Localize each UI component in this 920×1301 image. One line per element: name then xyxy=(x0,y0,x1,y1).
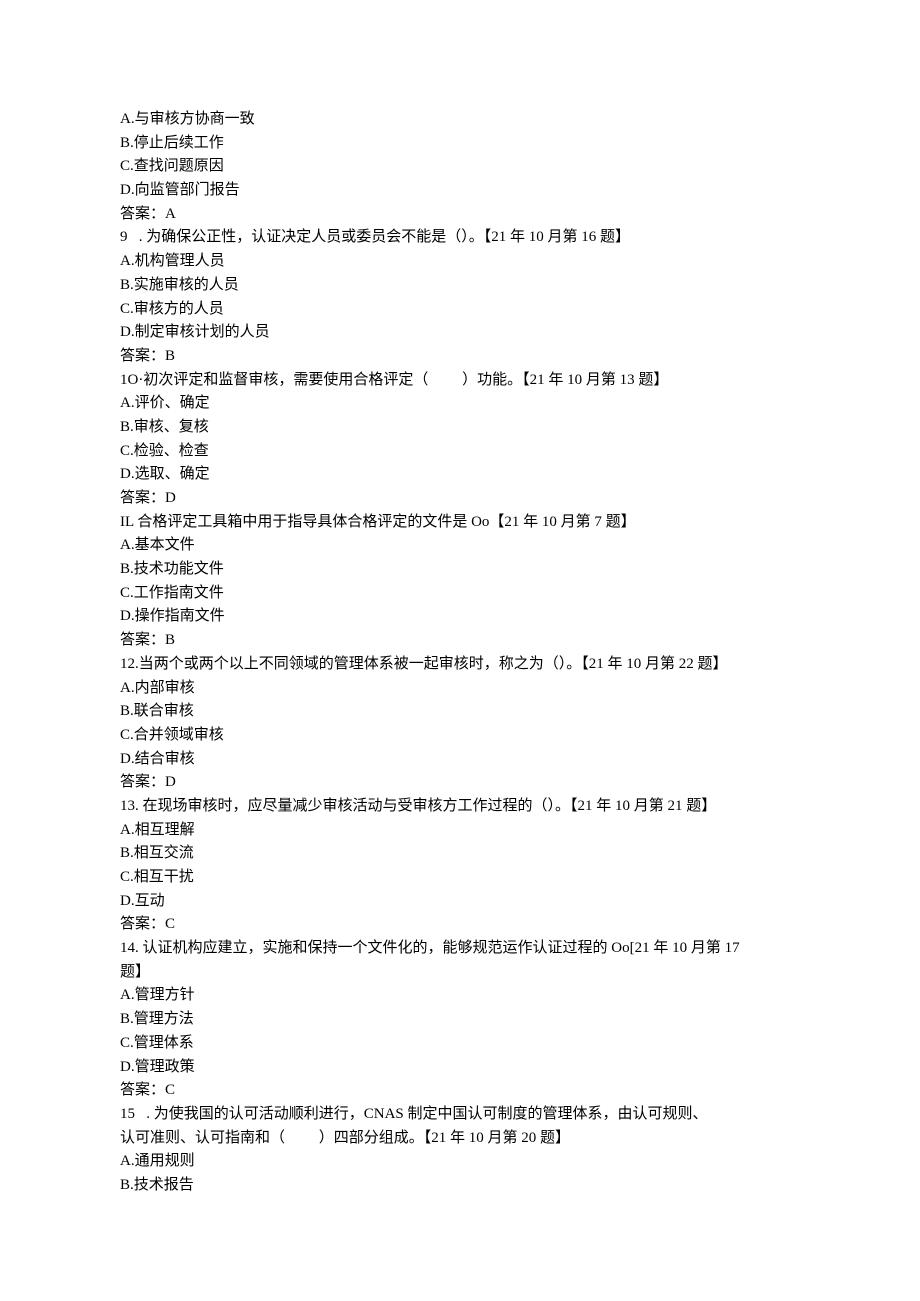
text-line: 题】 xyxy=(120,961,800,985)
text-line: 认可准则、认可指南和（ ）四部分组成。【21 年 10 月第 20 题】 xyxy=(120,1127,800,1151)
text-line: D.选取、确定 xyxy=(120,463,800,487)
text-line: 14. 认证机构应建立，实施和保持一个文件化的，能够规范运作认证过程的 Oo[2… xyxy=(120,937,800,961)
text-line: C.合并领域审核 xyxy=(120,724,800,748)
text-line: 答案：D xyxy=(120,771,800,795)
text-line: C.管理体系 xyxy=(120,1032,800,1056)
text-line: 9 . 为确保公正性，认证决定人员或委员会不能是（）。【21 年 10 月第 1… xyxy=(120,226,800,250)
text-line: B.技术报告 xyxy=(120,1174,800,1198)
document-page: A.与审核方协商一致 B.停止后续工作 C.查找问题原因 D.向监管部门报告 答… xyxy=(0,0,920,1301)
text-line: 1O·初次评定和监督审核，需要使用合格评定（ ）功能。【21 年 10 月第 1… xyxy=(120,369,800,393)
text-line: A.与审核方协商一致 xyxy=(120,108,800,132)
text-line: B.实施审核的人员 xyxy=(120,274,800,298)
text-line: C.工作指南文件 xyxy=(120,582,800,606)
text-line: B.联合审核 xyxy=(120,700,800,724)
text-line: A.管理方针 xyxy=(120,984,800,1008)
text-line: D.操作指南文件 xyxy=(120,605,800,629)
text-line: 15 . 为使我国的认可活动顺利进行，CNAS 制定中国认可制度的管理体系，由认… xyxy=(120,1103,800,1127)
text-line: 答案：C xyxy=(120,913,800,937)
text-line: A.机构管理人员 xyxy=(120,250,800,274)
text-line: D.结合审核 xyxy=(120,748,800,772)
text-line: 答案：D xyxy=(120,487,800,511)
text-line: D.互动 xyxy=(120,890,800,914)
text-line: 答案：C xyxy=(120,1079,800,1103)
text-line: B.停止后续工作 xyxy=(120,132,800,156)
text-line: B.技术功能文件 xyxy=(120,558,800,582)
text-line: 13. 在现场审核时，应尽量减少审核活动与受审核方工作过程的（）。【21 年 1… xyxy=(120,795,800,819)
text-line: B.管理方法 xyxy=(120,1008,800,1032)
text-line: D.向监管部门报告 xyxy=(120,179,800,203)
text-line: A.通用规则 xyxy=(120,1150,800,1174)
text-line: A.相互理解 xyxy=(120,819,800,843)
text-line: 12.当两个或两个以上不同领域的管理体系被一起审核时，称之为（）。【21 年 1… xyxy=(120,653,800,677)
text-line: C.检验、检查 xyxy=(120,440,800,464)
text-line: D.管理政策 xyxy=(120,1056,800,1080)
text-line: C.审核方的人员 xyxy=(120,298,800,322)
text-line: B.审核、复核 xyxy=(120,416,800,440)
text-line: D.制定审核计划的人员 xyxy=(120,321,800,345)
text-line: A.内部审核 xyxy=(120,677,800,701)
text-line: IL 合格评定工具箱中用于指导具体合格评定的文件是 Oo【21 年 10 月第 … xyxy=(120,511,800,535)
text-line: B.相互交流 xyxy=(120,842,800,866)
text-line: 答案：B xyxy=(120,629,800,653)
text-line: 答案：A xyxy=(120,203,800,227)
text-line: C.相互干扰 xyxy=(120,866,800,890)
text-line: C.查找问题原因 xyxy=(120,155,800,179)
text-line: A.基本文件 xyxy=(120,534,800,558)
text-line: A.评价、确定 xyxy=(120,392,800,416)
text-line: 答案：B xyxy=(120,345,800,369)
